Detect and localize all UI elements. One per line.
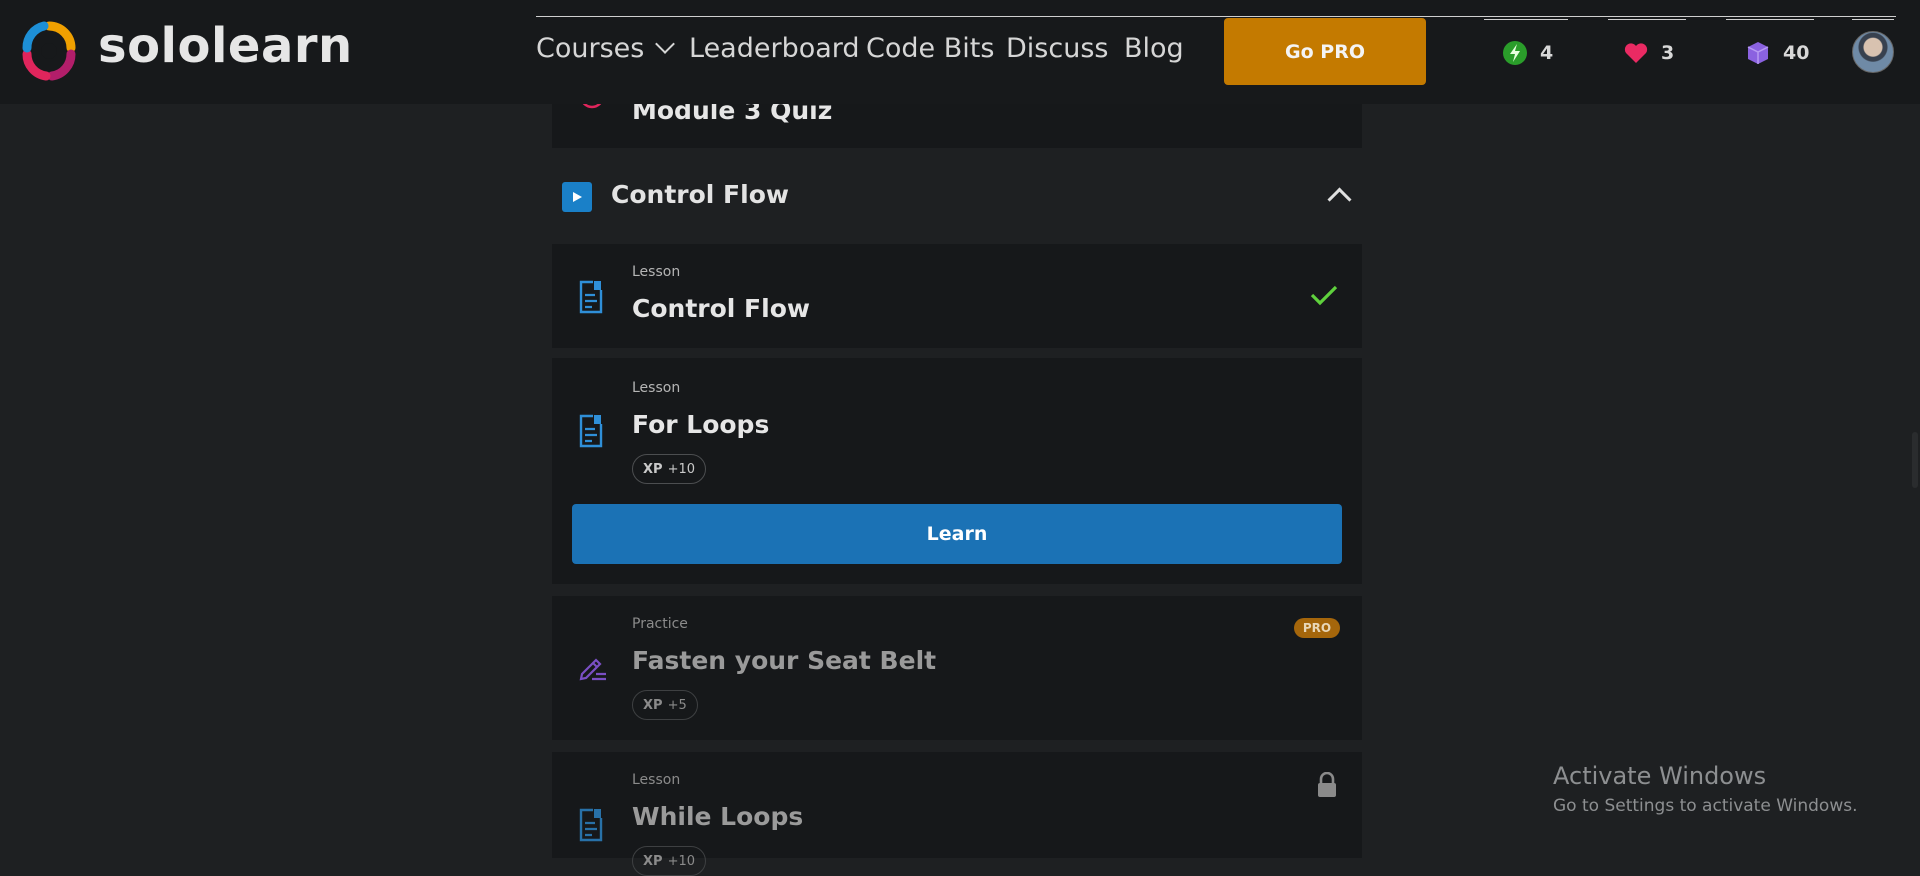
play-icon bbox=[562, 182, 592, 212]
header-divider bbox=[536, 16, 1896, 17]
hearts-count: 3 bbox=[1661, 42, 1675, 64]
lesson-doc-icon bbox=[579, 808, 603, 842]
windows-watermark-subtitle: Go to Settings to activate Windows. bbox=[1553, 796, 1858, 816]
section-title: Control Flow bbox=[611, 180, 789, 209]
lesson-card-for-loops[interactable]: Lesson For Loops XP +10 Learn bbox=[552, 358, 1362, 584]
nav-leaderboard[interactable]: Leaderboard bbox=[689, 33, 860, 64]
bits-counter[interactable]: 40 bbox=[1745, 38, 1809, 68]
section-header-control-flow[interactable]: Control Flow bbox=[552, 160, 1362, 232]
xp-badge: XP +5 bbox=[632, 690, 698, 720]
nav-code-bits[interactable]: Code Bits bbox=[866, 33, 994, 64]
scrollbar-thumb[interactable] bbox=[1912, 432, 1918, 488]
item-title: Control Flow bbox=[632, 294, 810, 323]
pro-badge: PRO bbox=[1294, 618, 1340, 638]
item-title: For Loops bbox=[632, 410, 770, 439]
top-header: sololearn Courses Leaderboard Code Bits … bbox=[0, 0, 1920, 104]
item-title: While Loops bbox=[632, 802, 804, 831]
stat-divider bbox=[1852, 19, 1894, 20]
lesson-doc-icon bbox=[579, 414, 603, 448]
practice-card-fasten-seat-belt[interactable]: Practice Fasten your Seat Belt PRO XP +5 bbox=[552, 596, 1362, 740]
xp-badge: XP +10 bbox=[632, 454, 706, 484]
stat-divider bbox=[1726, 19, 1814, 20]
bits-count: 40 bbox=[1783, 42, 1810, 64]
stat-divider bbox=[1484, 19, 1568, 20]
heart-icon bbox=[1623, 40, 1649, 66]
streak-counter[interactable]: 4 bbox=[1502, 38, 1553, 68]
check-icon bbox=[1310, 285, 1338, 306]
stat-divider bbox=[1608, 19, 1686, 20]
xp-value: +5 bbox=[667, 697, 687, 713]
hearts-counter[interactable]: 3 bbox=[1623, 38, 1674, 68]
user-avatar[interactable] bbox=[1852, 31, 1894, 73]
xp-value: +10 bbox=[667, 853, 695, 869]
windows-watermark-title: Activate Windows bbox=[1553, 762, 1767, 790]
lesson-card-while-loops[interactable]: Lesson While Loops XP +10 bbox=[552, 752, 1362, 876]
xp-label: XP bbox=[643, 853, 663, 869]
nav-discuss[interactable]: Discuss bbox=[1006, 33, 1108, 64]
item-type-label: Lesson bbox=[632, 264, 681, 280]
nav-blog[interactable]: Blog bbox=[1124, 33, 1184, 64]
xp-label: XP bbox=[643, 697, 663, 713]
xp-badge: XP +10 bbox=[632, 846, 706, 876]
item-title: Fasten your Seat Belt bbox=[632, 646, 937, 675]
nav-courses[interactable]: Courses bbox=[536, 33, 676, 64]
item-type-label: Lesson bbox=[632, 772, 681, 788]
chevron-up-icon[interactable] bbox=[1327, 187, 1352, 212]
nav-courses-label: Courses bbox=[536, 33, 645, 64]
item-type-label: Lesson bbox=[632, 380, 681, 396]
item-type-label: Practice bbox=[632, 616, 688, 632]
xp-value: +10 bbox=[667, 461, 695, 477]
lightning-icon bbox=[1502, 40, 1528, 66]
streak-count: 4 bbox=[1540, 42, 1554, 64]
brand-name[interactable]: sololearn bbox=[98, 18, 353, 74]
learn-button[interactable]: Learn bbox=[572, 504, 1342, 564]
go-pro-button[interactable]: Go PRO bbox=[1224, 18, 1426, 85]
lesson-doc-icon bbox=[579, 280, 603, 314]
xp-label: XP bbox=[643, 461, 663, 477]
lesson-card-control-flow[interactable]: Lesson Control Flow bbox=[552, 244, 1362, 348]
gem-icon bbox=[1745, 40, 1771, 66]
sololearn-logo-icon[interactable] bbox=[18, 20, 80, 82]
lock-icon bbox=[1318, 772, 1336, 797]
pencil-icon bbox=[579, 658, 606, 681]
chevron-down-icon bbox=[655, 34, 676, 54]
